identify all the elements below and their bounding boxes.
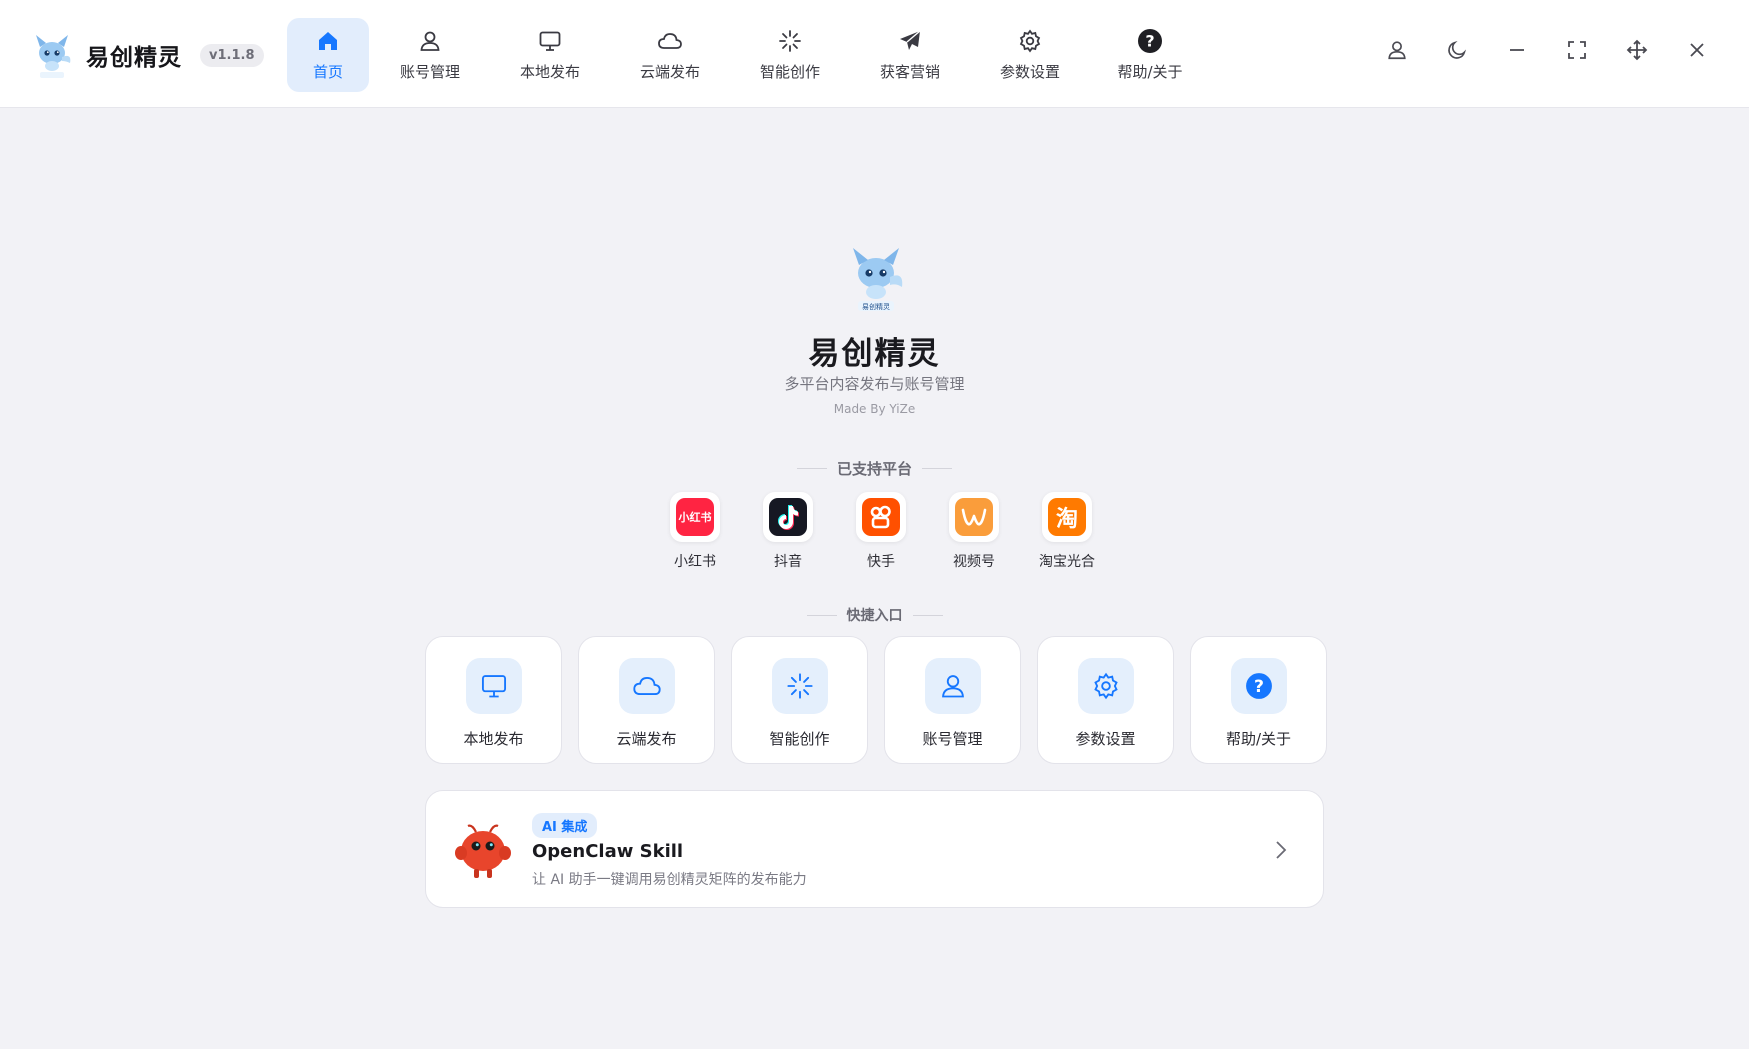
- quick-label: 帮助/关于: [1225, 730, 1292, 748]
- move-icon[interactable]: [1625, 38, 1649, 62]
- divider: [922, 468, 952, 469]
- xiaohongshu-logo: 小红书: [676, 498, 714, 536]
- nav-label: 本地发布: [519, 63, 580, 81]
- quick-label: 快捷入口: [846, 608, 903, 624]
- hero-logo-icon: 易创精灵: [853, 248, 903, 311]
- nav-account[interactable]: 账号管理: [389, 18, 471, 92]
- gear-icon: [1077, 658, 1134, 714]
- hero-logo-caption: 易创精灵: [862, 302, 890, 311]
- brand: 易创精灵 v1.1.8: [32, 30, 264, 80]
- platform-name: 小红书: [674, 554, 716, 570]
- home-icon: [315, 28, 341, 54]
- nav-ai-create[interactable]: 智能创作: [749, 18, 831, 92]
- monitor-icon: [465, 658, 522, 714]
- platform-shipinhao: 视频号: [939, 492, 1009, 571]
- platforms-heading: 已支持平台: [0, 458, 1749, 479]
- skill-title: OpenClaw Skill: [532, 841, 684, 862]
- hero-subtitle: 多平台内容发布与账号管理: [784, 375, 965, 393]
- app-name: 易创精灵: [86, 45, 182, 71]
- cloud-icon: [657, 28, 683, 54]
- quick-settings[interactable]: 参数设置: [1037, 636, 1174, 764]
- ai-integration-badge: AI 集成: [532, 813, 598, 838]
- divider: [796, 468, 827, 469]
- nav-cloud-publish[interactable]: 云端发布: [629, 18, 711, 92]
- openclaw-skill-card[interactable]: AI 集成 OpenClaw Skill 让 AI 助手一键调用易创精灵矩阵的发…: [425, 790, 1324, 908]
- nav-marketing[interactable]: 获客营销: [869, 18, 951, 92]
- version-badge: v1.1.8: [200, 43, 264, 67]
- sparkle-icon: [771, 658, 828, 714]
- gear-icon: [1017, 28, 1043, 54]
- top-bar: 易创精灵 v1.1.8 首页 账号管理 本地发布 云端发布 智能创作 获客营销 …: [0, 0, 1749, 108]
- app-logo-icon: [36, 35, 71, 78]
- douyin-icon: [763, 492, 813, 542]
- help-icon: ?: [1137, 28, 1163, 54]
- sparkle-icon: [777, 28, 803, 54]
- platform-name: 淘宝光合: [1039, 554, 1095, 570]
- nav-label: 帮助/关于: [1117, 63, 1183, 81]
- help-icon: ?: [1230, 658, 1287, 714]
- taobao-icon: 淘: [1042, 492, 1092, 542]
- chevron-right-icon: [1276, 841, 1287, 859]
- hero-title: 易创精灵: [808, 336, 941, 372]
- platforms-label: 已支持平台: [836, 460, 912, 478]
- close-icon[interactable]: [1685, 38, 1709, 62]
- nav-local-publish[interactable]: 本地发布: [509, 18, 591, 92]
- platform-douyin: 抖音: [753, 492, 823, 571]
- quick-label: 本地发布: [463, 730, 524, 748]
- window-controls: [1349, 38, 1709, 62]
- cloud-icon: [618, 658, 675, 714]
- made-by: Made By YiZe: [833, 402, 916, 416]
- send-icon: [897, 28, 923, 54]
- shipinhao-icon: [949, 492, 999, 542]
- platform-name: 视频号: [953, 554, 995, 570]
- quick-heading: 快捷入口: [0, 605, 1749, 625]
- nav-help[interactable]: ? 帮助/关于: [1109, 18, 1191, 92]
- nav-label: 参数设置: [999, 63, 1060, 81]
- nav-label: 云端发布: [639, 63, 700, 81]
- user-icon: [417, 28, 443, 54]
- quick-cloud-publish[interactable]: 云端发布: [578, 636, 715, 764]
- monitor-icon: [537, 28, 563, 54]
- nav-settings[interactable]: 参数设置: [989, 18, 1071, 92]
- user-icon[interactable]: [1385, 38, 1409, 62]
- kuaishou-icon: [856, 492, 906, 542]
- divider: [912, 614, 943, 616]
- nav-home[interactable]: 首页: [287, 18, 369, 92]
- minimize-icon[interactable]: [1505, 38, 1529, 62]
- divider: [806, 614, 837, 616]
- nav-label: 智能创作: [759, 63, 820, 81]
- quick-label: 云端发布: [616, 730, 677, 748]
- quick-label: 账号管理: [922, 730, 983, 748]
- quick-label: 参数设置: [1075, 730, 1136, 748]
- taobao-logo: 淘: [1048, 498, 1086, 536]
- main-nav: 首页 账号管理 本地发布 云端发布 智能创作 获客营销 参数设置 ? 帮助/关于: [287, 18, 1229, 92]
- openclaw-mascot-icon: [455, 824, 511, 878]
- quick-account[interactable]: 账号管理: [884, 636, 1021, 764]
- quick-local-publish[interactable]: 本地发布: [425, 636, 562, 764]
- quick-help[interactable]: ? 帮助/关于: [1190, 636, 1327, 764]
- platform-list: 小红书 小红书 抖音 快手 视频号 淘 淘宝光合: [660, 492, 1125, 571]
- nav-label: 账号管理: [399, 63, 460, 81]
- quick-ai-create[interactable]: 智能创作: [731, 636, 868, 764]
- user-icon: [924, 658, 981, 714]
- moon-icon[interactable]: [1445, 38, 1469, 62]
- fullscreen-icon[interactable]: [1565, 38, 1589, 62]
- skill-description: 让 AI 助手一键调用易创精灵矩阵的发布能力: [532, 872, 807, 888]
- nav-label: 首页: [312, 63, 343, 81]
- nav-label: 获客营销: [879, 63, 940, 81]
- quick-label: 智能创作: [769, 730, 830, 748]
- quick-entry-list: 本地发布 云端发布 智能创作 账号管理 参数设置 ? 帮助/关于: [425, 636, 1327, 764]
- xiaohongshu-icon: 小红书: [670, 492, 720, 542]
- platform-taobao: 淘 淘宝光合: [1032, 492, 1102, 571]
- platform-name: 快手: [867, 554, 895, 570]
- platform-xiaohongshu: 小红书 小红书: [660, 492, 730, 571]
- platform-name: 抖音: [774, 554, 802, 570]
- svg-text:?: ?: [1254, 677, 1264, 697]
- platform-kuaishou: 快手: [846, 492, 916, 571]
- svg-text:?: ?: [1145, 32, 1154, 51]
